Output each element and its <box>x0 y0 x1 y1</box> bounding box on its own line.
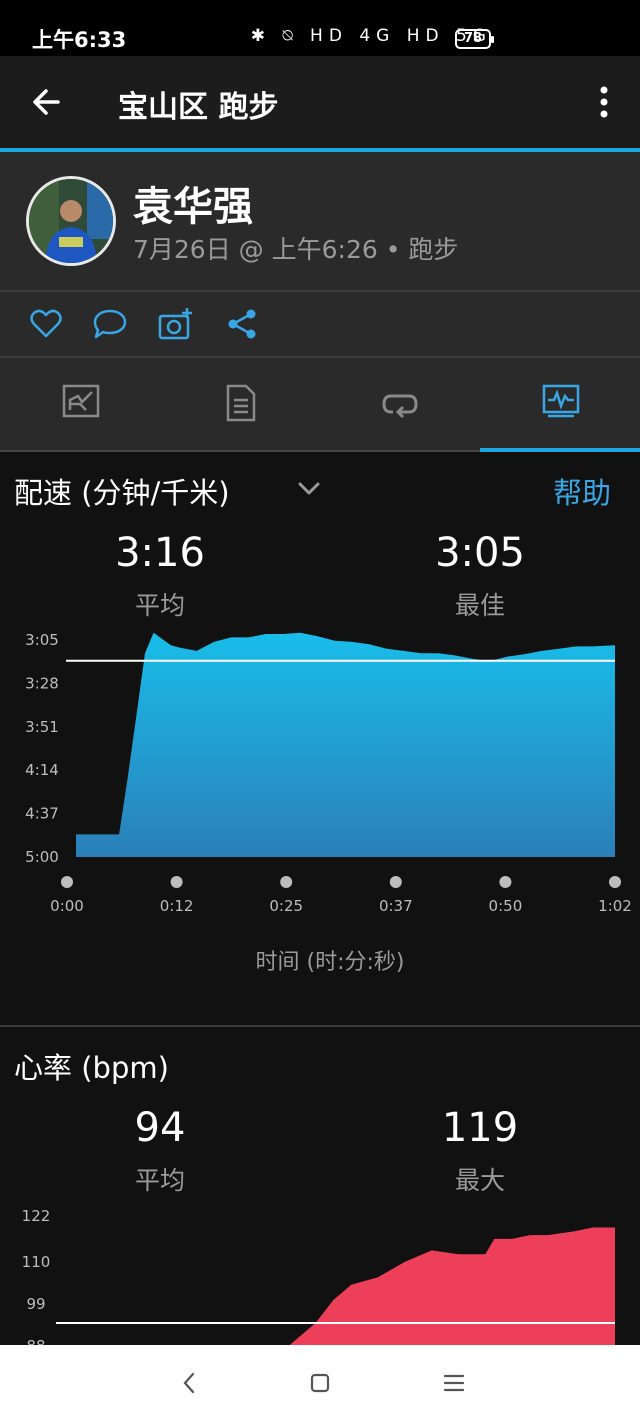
y-tick-label: 3:51 <box>25 718 59 736</box>
camera-add-icon[interactable] <box>158 306 194 342</box>
pace-area <box>76 632 615 857</box>
active-tab-indicator <box>480 448 640 452</box>
x-tick-marker <box>499 876 512 888</box>
share-icon[interactable] <box>224 306 260 342</box>
y-tick-label: 122 <box>22 1207 51 1225</box>
heart-average-label: 平均 <box>134 1166 185 1195</box>
pace-average-label: 平均 <box>134 591 185 620</box>
comment-icon[interactable] <box>92 306 128 342</box>
heart-rate-area <box>289 1227 615 1345</box>
activity-date-type: 7月26日 @ 上午6:26 • 跑步 <box>133 235 459 264</box>
status-bar: 上午6:33 ✱ ⍉ HD 4G HD 5G 78 <box>0 0 640 56</box>
back-arrow-icon[interactable] <box>28 82 68 122</box>
y-tick-label: 88 <box>26 1337 45 1345</box>
section-divider <box>0 1025 640 1027</box>
activity-profile: 袁华强 7月26日 @ 上午6:26 • 跑步 <box>0 152 640 290</box>
chevron-down-icon[interactable] <box>296 476 322 500</box>
heart-max-label: 最大 <box>454 1166 505 1195</box>
pace-best-label: 最佳 <box>454 591 505 620</box>
x-tick-label: 0:00 <box>50 897 84 915</box>
y-tick-label: 4:14 <box>25 761 59 779</box>
activity-tabs <box>0 358 640 450</box>
tab-laps[interactable] <box>320 358 480 450</box>
more-options-icon[interactable] <box>590 84 618 120</box>
heart-rate-chart: 122 110 99 88 <box>22 1207 615 1345</box>
x-tick-label: 0:12 <box>160 897 194 915</box>
battery-indicator: 78 <box>455 29 494 49</box>
x-tick-label: 0:25 <box>269 897 303 915</box>
heart-max-value: 119 <box>441 1105 519 1151</box>
pace-best-value: 3:05 <box>435 530 525 576</box>
nav-home-icon[interactable] <box>306 1369 334 1397</box>
avatar[interactable] <box>26 176 116 266</box>
y-tick-label: 3:28 <box>25 674 59 692</box>
y-tick-label: 4:37 <box>25 805 59 823</box>
heart-icon[interactable] <box>28 306 64 342</box>
map-icon <box>62 384 100 418</box>
x-tick-marker <box>170 876 183 888</box>
x-tick-marker <box>609 876 621 888</box>
x-tick-label: 1:02 <box>598 897 632 915</box>
action-row <box>0 292 640 356</box>
nav-recents-icon[interactable] <box>440 1369 468 1397</box>
help-link[interactable]: 帮助 <box>553 470 611 512</box>
nav-back-icon[interactable] <box>176 1369 204 1397</box>
heart-rate-section-title: 心率 (bpm) <box>14 1051 169 1085</box>
chart-icon <box>542 384 580 418</box>
document-icon <box>226 384 256 422</box>
tab-map[interactable] <box>0 358 160 450</box>
y-tick-label: 5:00 <box>25 848 59 866</box>
laps-icon <box>382 394 418 418</box>
status-time: 上午6:33 <box>32 28 127 52</box>
system-nav-bar <box>0 1345 640 1422</box>
y-tick-label: 110 <box>22 1253 51 1271</box>
user-name: 袁华强 <box>133 184 253 230</box>
pace-chart: 3:05 3:28 3:51 4:14 4:37 5:00 0:00 0:12 0:25 0:37… <box>25 631 632 975</box>
y-tick-label: 99 <box>26 1295 45 1313</box>
x-tick-marker <box>389 876 402 888</box>
x-tick-marker <box>280 876 293 888</box>
x-tick-marker <box>61 876 73 888</box>
tab-charts[interactable] <box>480 358 640 450</box>
page-title: 宝山区 跑步 <box>118 90 279 125</box>
heart-average-value: 94 <box>134 1105 186 1151</box>
y-tick-label: 3:05 <box>25 631 59 649</box>
tab-details[interactable] <box>160 358 320 450</box>
pace-average-value: 3:16 <box>115 530 205 576</box>
x-tick-label: 0:50 <box>489 897 523 915</box>
x-tick-label: 0:37 <box>379 897 413 915</box>
x-axis-title: 时间 (时:分:秒) <box>256 950 405 975</box>
pace-section-title: 配速 (分钟/千米) <box>14 476 230 510</box>
app-bar: 宝山区 跑步 <box>0 56 640 148</box>
